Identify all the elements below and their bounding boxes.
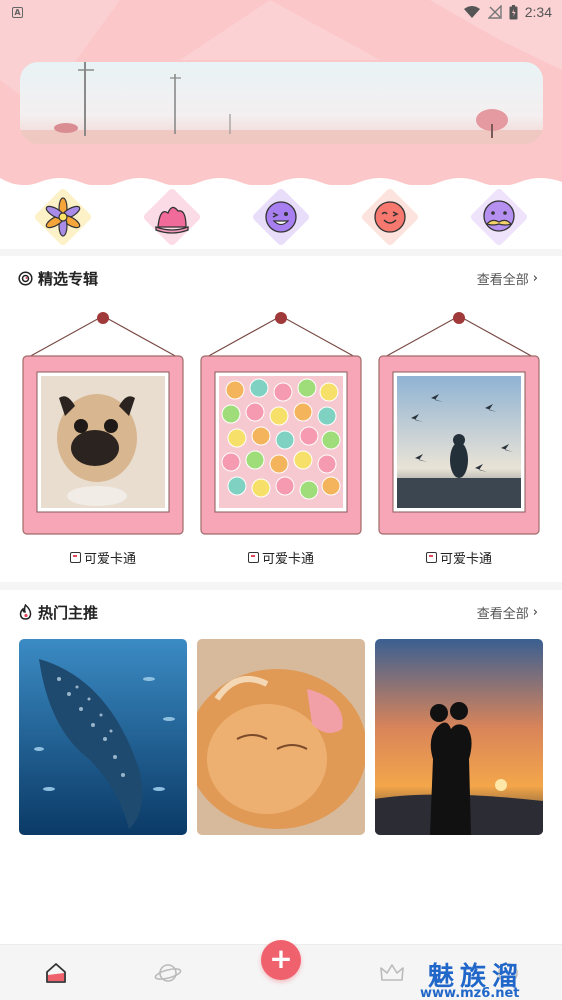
landscape-banner[interactable] bbox=[20, 62, 543, 144]
hat-icon bbox=[155, 206, 189, 234]
site-watermark: 魅族溜 www.mz6.net bbox=[420, 956, 562, 1000]
nav-home[interactable] bbox=[40, 957, 72, 989]
add-button[interactable]: + bbox=[261, 940, 301, 980]
planet-icon bbox=[154, 964, 182, 982]
wink-face-icon bbox=[265, 201, 297, 233]
view-all-label: 查看全部 bbox=[476, 272, 529, 288]
album-label-2: 可爱卡通 bbox=[197, 548, 365, 567]
hot-title: 热门主推 bbox=[38, 603, 99, 622]
mustache-face-icon bbox=[483, 200, 515, 232]
wifi-icon bbox=[463, 6, 480, 18]
status-time: 2:34 bbox=[524, 4, 552, 20]
featured-title: 精选专辑 bbox=[38, 269, 99, 288]
album-label-1: 可爱卡通 bbox=[19, 548, 187, 567]
battery-icon bbox=[509, 4, 518, 19]
hot-view-all-link[interactable]: 查看全部 › bbox=[477, 603, 538, 622]
nav-discover[interactable] bbox=[152, 957, 184, 989]
watermark-url: www.mz6.net bbox=[420, 986, 520, 1000]
category-smile[interactable] bbox=[360, 187, 420, 247]
album-label-text: 可爱卡通 bbox=[439, 552, 492, 567]
smile-face-icon bbox=[374, 201, 406, 233]
view-all-label: 查看全部 bbox=[476, 606, 529, 622]
chevron-right-icon: › bbox=[532, 270, 538, 286]
hot-photo-1[interactable] bbox=[19, 639, 187, 835]
category-hat[interactable] bbox=[142, 187, 202, 247]
album-card-3[interactable] bbox=[375, 308, 543, 540]
featured-view-all-link[interactable]: 查看全部 › bbox=[477, 269, 538, 288]
album-label-3: 可爱卡通 bbox=[375, 548, 543, 567]
crown-icon bbox=[380, 964, 404, 981]
no-signal-icon bbox=[487, 5, 502, 19]
accessibility-icon: A bbox=[12, 6, 23, 18]
album-label-text: 可爱卡通 bbox=[261, 552, 314, 567]
album-card-2[interactable] bbox=[197, 308, 365, 540]
featured-albums-section: 精选专辑 查看全部 › 可爱卡通 可爱卡通 可爱卡通 bbox=[0, 256, 562, 582]
tv-icon bbox=[69, 552, 81, 563]
target-icon bbox=[18, 270, 33, 286]
chevron-right-icon: › bbox=[532, 604, 538, 620]
flame-icon bbox=[19, 604, 32, 620]
home-icon bbox=[46, 963, 66, 983]
category-strip bbox=[0, 185, 562, 249]
tv-icon bbox=[247, 552, 259, 563]
hot-photo-3[interactable] bbox=[375, 639, 543, 835]
status-bar: A 2:34 bbox=[0, 0, 562, 24]
hot-photo-2[interactable] bbox=[197, 639, 365, 835]
flower-icon bbox=[45, 197, 81, 237]
category-wink[interactable] bbox=[251, 187, 311, 247]
category-mustache[interactable] bbox=[469, 187, 529, 247]
album-label-text: 可爱卡通 bbox=[83, 552, 136, 567]
hot-section: 热门主推 查看全部 › bbox=[0, 590, 562, 944]
album-card-1[interactable] bbox=[19, 308, 187, 540]
header-banner-area bbox=[0, 0, 562, 190]
plus-icon: + bbox=[269, 941, 293, 975]
category-flower[interactable] bbox=[33, 187, 93, 247]
tv-icon bbox=[425, 552, 437, 563]
nav-vip[interactable] bbox=[376, 957, 408, 989]
